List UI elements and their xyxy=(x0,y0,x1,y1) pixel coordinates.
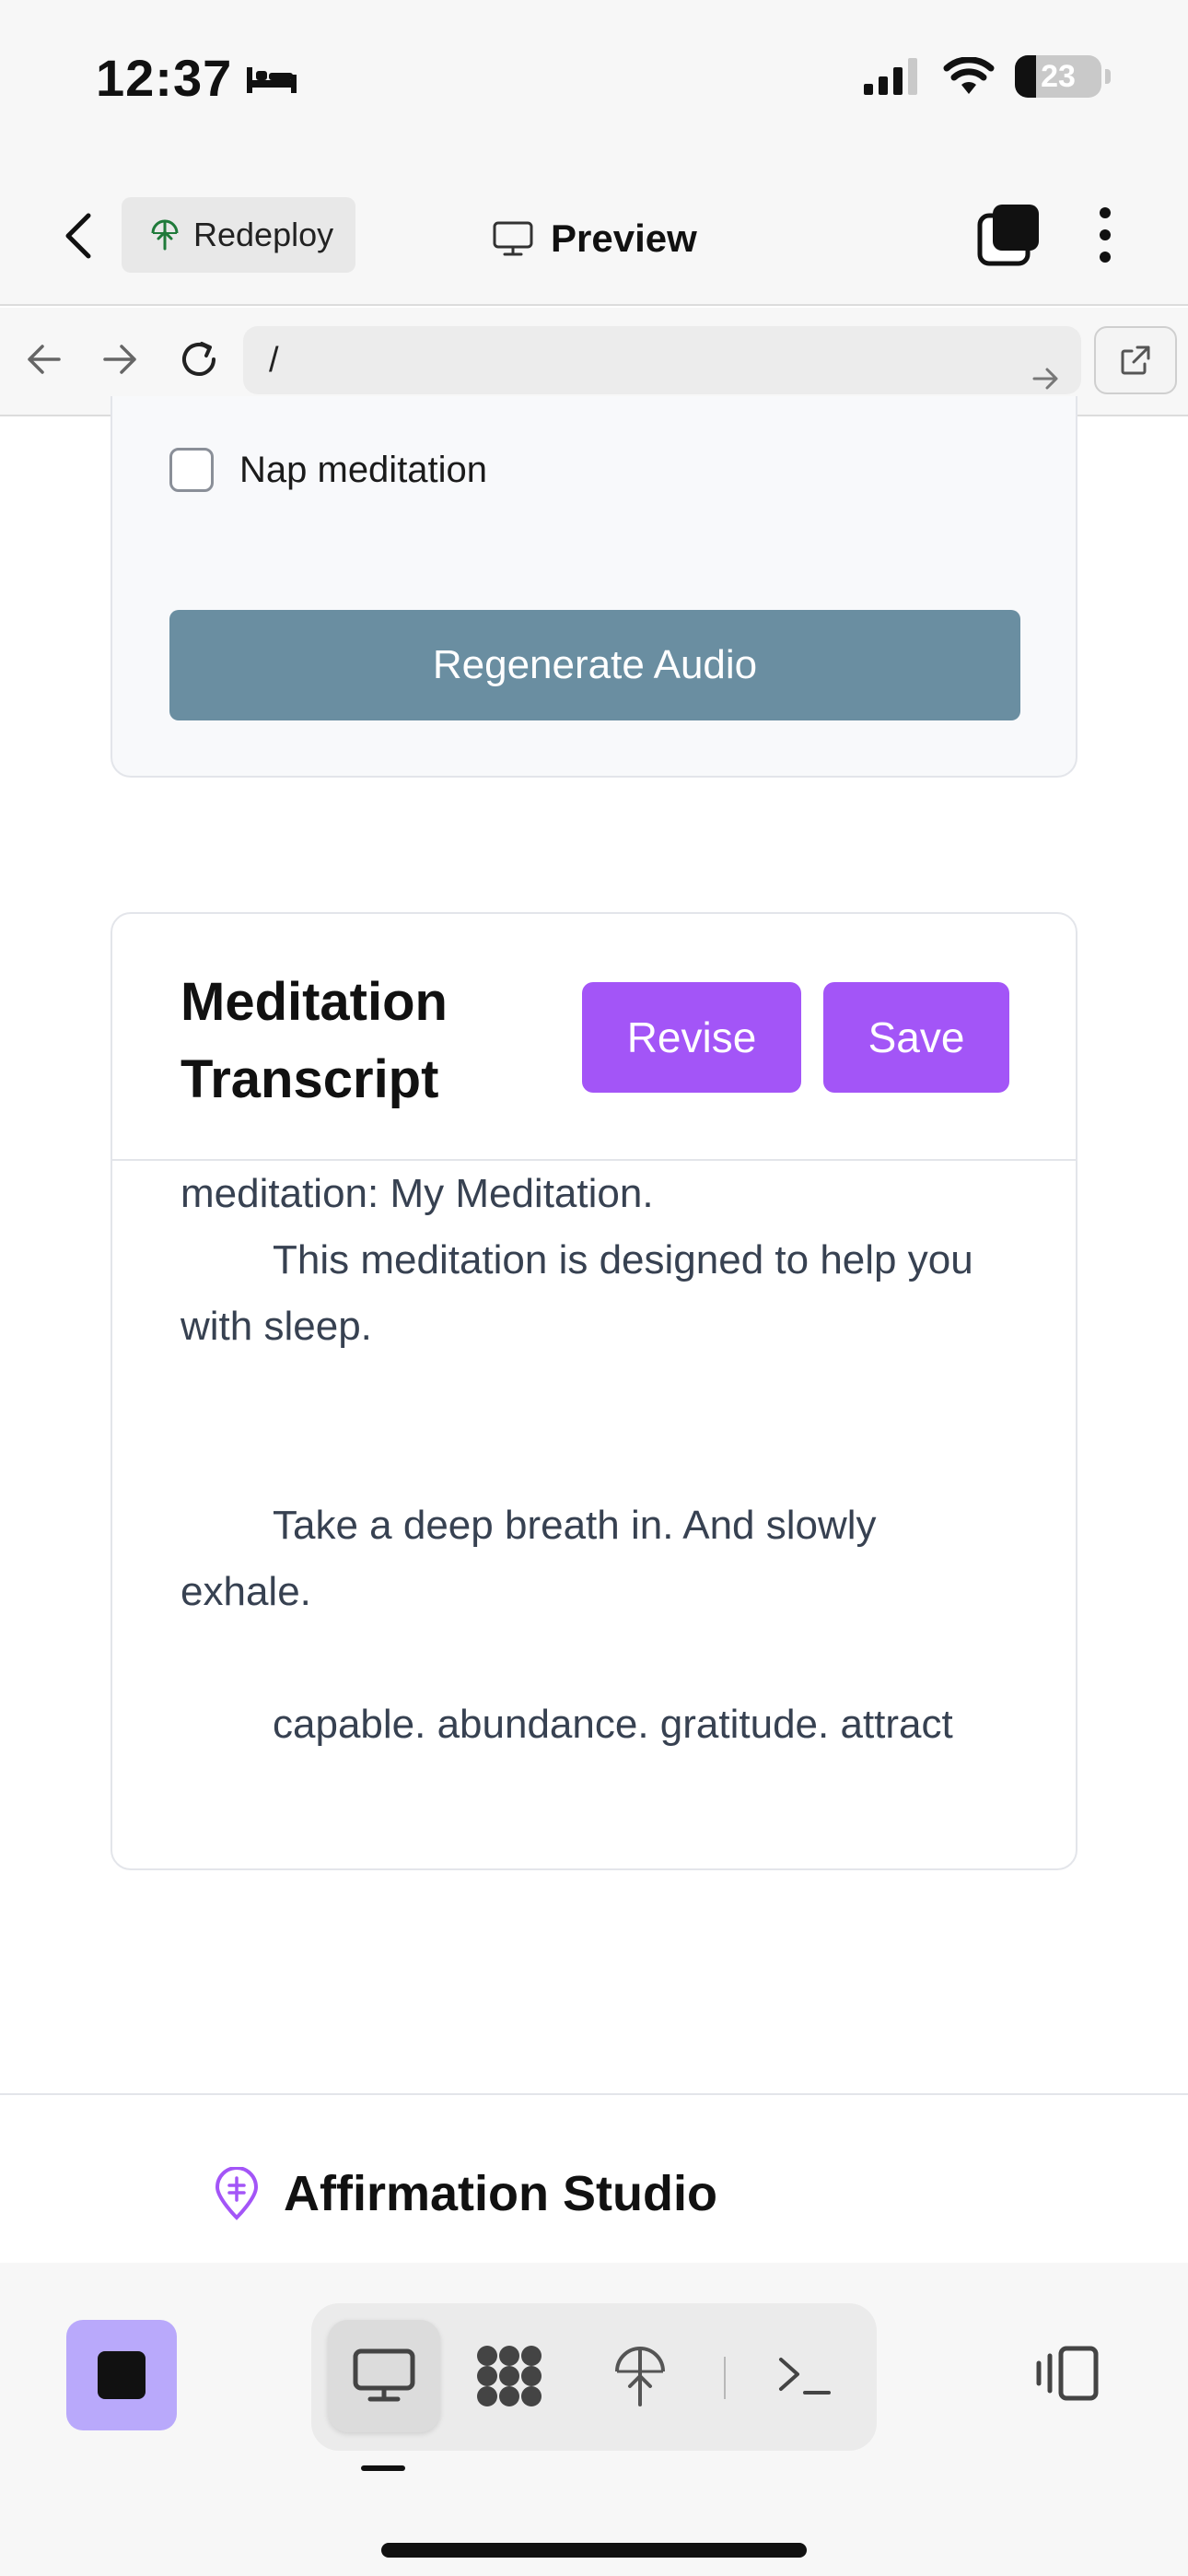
signal-icon xyxy=(864,58,917,95)
redeploy-button[interactable]: Redeploy xyxy=(122,197,355,273)
tool-console[interactable] xyxy=(748,2320,860,2432)
tool-preview[interactable] xyxy=(328,2320,440,2432)
desktop-icon xyxy=(353,2348,415,2402)
transcript-line: Take a deep breath in. And slowly exhale… xyxy=(181,1503,877,1614)
tool-separator xyxy=(724,2357,726,2399)
tool-switcher xyxy=(311,2303,877,2451)
panel-toggle-button[interactable] xyxy=(1030,2336,1103,2410)
transcript-line: capable. abundance. gratitude. attract xyxy=(273,1702,953,1747)
url-input[interactable]: / xyxy=(243,326,1081,394)
redeploy-label: Redeploy xyxy=(193,216,334,253)
bottom-toolbar xyxy=(0,2263,1188,2576)
back-icon xyxy=(65,213,91,259)
monitor-icon xyxy=(493,221,533,256)
revise-button[interactable]: Revise xyxy=(582,982,801,1093)
arrow-right-icon xyxy=(103,345,136,374)
tabs-icon[interactable] xyxy=(976,203,1041,267)
arrow-left-icon xyxy=(28,345,61,374)
open-external-button[interactable] xyxy=(1094,326,1177,394)
open-external-icon xyxy=(1121,345,1150,375)
stop-icon xyxy=(98,2351,146,2399)
battery-indicator: 23 xyxy=(1015,55,1101,98)
top-nav: Redeploy Preview xyxy=(0,166,1188,306)
regenerate-audio-button[interactable]: Regenerate Audio xyxy=(169,610,1020,720)
tool-workspace[interactable] xyxy=(453,2320,565,2432)
deploy-icon xyxy=(615,2347,665,2406)
stop-button[interactable] xyxy=(66,2320,177,2430)
footer-divider xyxy=(0,2093,1188,2095)
transcript-line: This meditation is designed to help you … xyxy=(181,1237,973,1349)
meditation-settings-card: Nap meditation Regenerate Audio xyxy=(111,396,1077,778)
globe-upload-icon xyxy=(151,219,179,251)
nodes-icon xyxy=(477,2346,542,2406)
back-button[interactable] xyxy=(55,208,101,263)
transcript-header: Meditation Transcript Revise Save xyxy=(112,914,1076,1161)
nap-meditation-label: Nap meditation xyxy=(239,449,488,490)
brand-name: Affirmation Studio xyxy=(284,2166,717,2221)
status-bar: 12:37 23 xyxy=(0,0,1188,166)
transcript-text[interactable]: meditation: My Meditation. This meditati… xyxy=(181,1161,1009,1758)
transcript-card: Meditation Transcript Revise Save medita… xyxy=(111,912,1077,1870)
panel-icon xyxy=(1036,2346,1099,2401)
tool-deploy[interactable] xyxy=(584,2320,696,2432)
battery-tip xyxy=(1105,69,1111,84)
browser-forward-button[interactable] xyxy=(92,332,147,387)
home-indicator[interactable] xyxy=(381,2543,807,2558)
reload-button[interactable] xyxy=(171,332,227,387)
brand-pin-icon xyxy=(215,2167,259,2220)
battery-level: 23 xyxy=(1041,58,1076,94)
preview-label: Preview xyxy=(551,217,697,260)
nap-meditation-checkbox[interactable] xyxy=(169,448,214,492)
reload-icon xyxy=(182,342,215,376)
wifi-icon xyxy=(943,57,995,94)
transcript-title: Meditation Transcript xyxy=(181,972,448,1109)
url-text: / xyxy=(269,340,279,380)
terminal-icon xyxy=(779,2358,831,2395)
preview-tab[interactable]: Preview xyxy=(492,206,697,271)
status-time: 12:37 xyxy=(96,49,233,107)
transcript-line: meditation: My Meditation. xyxy=(181,1171,654,1216)
browser-back-button[interactable] xyxy=(17,332,72,387)
active-tool-indicator xyxy=(361,2465,405,2471)
bed-icon xyxy=(247,66,297,93)
status-time-group: 12:37 xyxy=(96,48,298,108)
save-button[interactable]: Save xyxy=(823,982,1009,1093)
status-icons: 23 xyxy=(864,55,1111,98)
footer-brand[interactable]: Affirmation Studio xyxy=(214,2165,717,2222)
more-icon[interactable] xyxy=(1077,203,1133,267)
nap-meditation-option[interactable]: Nap meditation xyxy=(169,448,487,492)
